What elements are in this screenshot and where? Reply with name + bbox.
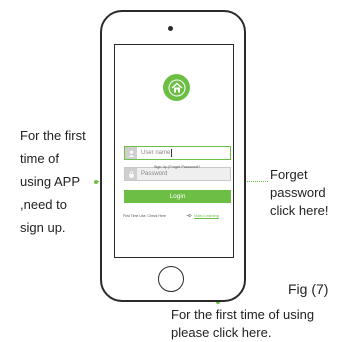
text-cursor (171, 149, 173, 157)
video-learning-label[interactable]: Video Learning (194, 214, 219, 218)
phone-screen: User name Password Sign Up |Forget Passw… (114, 44, 234, 258)
signup-annotation-line: For the first (20, 128, 86, 143)
user-icon (125, 147, 137, 159)
forget-annotation-line: Forget (270, 167, 308, 182)
signup-forget-link[interactable]: Sign Up |Forget Password? (135, 165, 219, 169)
signup-annotation-line: ,need to (20, 197, 67, 212)
username-placeholder: User name (141, 150, 171, 156)
signup-annotation-line: time of (20, 151, 60, 166)
home-button (158, 266, 184, 292)
password-field[interactable]: Password (124, 167, 231, 181)
phone-frame: User name Password Sign Up |Forget Passw… (100, 10, 246, 302)
first-use-text: First Time Use, Check Here (123, 214, 166, 218)
username-field[interactable]: User name (124, 146, 231, 160)
hand-pointer-icon (186, 213, 192, 218)
lock-icon (125, 168, 137, 180)
first-use-annotation-line: For the first time of using (171, 307, 315, 322)
forget-password-annotation: Forget password click here! (270, 166, 329, 220)
home-icon (163, 74, 190, 101)
video-learning-link[interactable]: Video Learning (186, 213, 219, 218)
signup-annotation-line: using APP (20, 174, 80, 189)
front-camera (168, 26, 173, 31)
forget-annotation-line: password (270, 185, 326, 200)
forget-annotation-line: click here! (270, 203, 329, 218)
first-use-annotation: For the first time of using please click… (171, 306, 314, 342)
signup-annotation-line: sign up. (20, 220, 66, 235)
password-placeholder: Password (141, 171, 168, 177)
first-use-annotation-line: please click here. (171, 325, 272, 340)
login-button[interactable]: Login (124, 190, 231, 203)
figure-label: Fig (7) (288, 281, 329, 297)
signup-annotation: For the first time of using APP ,need to… (20, 124, 86, 239)
